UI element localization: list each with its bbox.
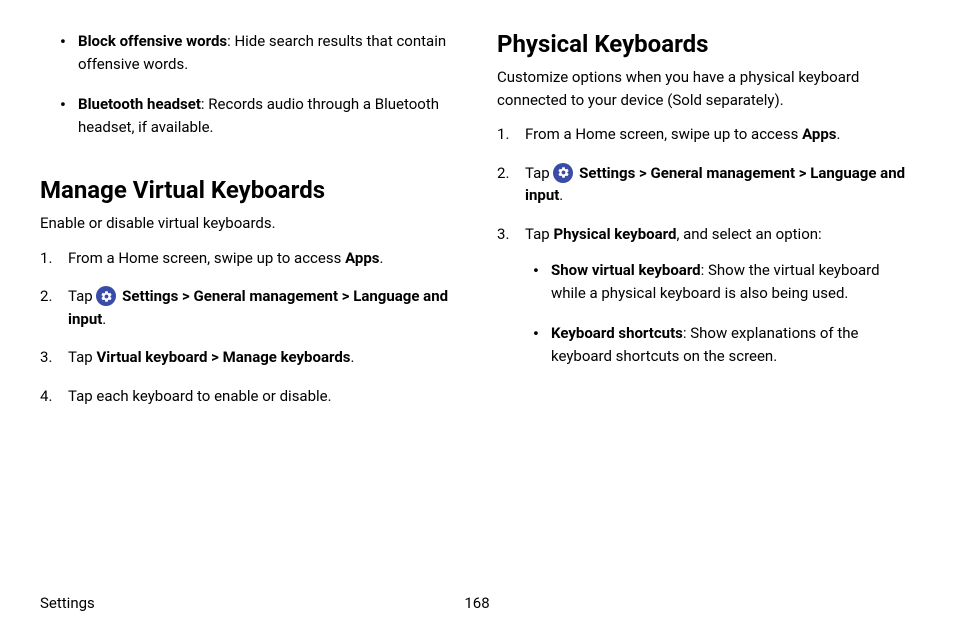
step-item: Tap Settings > General management > Lang…	[40, 285, 457, 330]
content-columns: Block offensive words: Hide search resul…	[40, 30, 914, 423]
bullet-item: Show virtual keyboard: Show the virtual …	[533, 259, 914, 304]
step-bold: Settings	[122, 287, 178, 305]
page-footer: Settings 168	[40, 594, 914, 612]
step-text: Tap	[525, 164, 553, 182]
step-bold: Apps	[345, 249, 379, 267]
step-item: Tap Physical keyboard, and select an opt…	[497, 223, 914, 368]
section-intro: Enable or disable virtual keyboards.	[40, 212, 457, 235]
step-bold: Apps	[802, 125, 836, 143]
step-bold: Virtual keyboard	[96, 348, 207, 366]
step-item: From a Home screen, swipe up to access A…	[40, 247, 457, 270]
section-heading: Manage Virtual Keyboards	[40, 176, 457, 204]
step-item: Tap Settings > General management > Lang…	[497, 162, 914, 207]
step-bold: General management	[194, 287, 339, 305]
step-item: Tap Virtual keyboard > Manage keyboards.	[40, 346, 457, 369]
step-text: Tap	[68, 287, 96, 305]
left-bullets: Block offensive words: Hide search resul…	[40, 30, 457, 138]
bullet-term: Block offensive words	[78, 32, 227, 50]
bullet-item: Block offensive words: Hide search resul…	[60, 30, 457, 75]
step-text: >	[635, 164, 650, 182]
step-text: >	[338, 287, 353, 305]
step-bold: Physical keyboard	[553, 225, 676, 243]
settings-icon	[96, 286, 116, 306]
bullet-term: Show virtual keyboard	[551, 261, 701, 279]
step-text: .	[350, 348, 354, 366]
left-steps: From a Home screen, swipe up to access A…	[40, 247, 457, 408]
right-steps: From a Home screen, swipe up to access A…	[497, 123, 914, 367]
sub-bullets: Show virtual keyboard: Show the virtual …	[525, 259, 914, 367]
step-item: From a Home screen, swipe up to access A…	[497, 123, 914, 146]
step-bold: General management	[651, 164, 796, 182]
step-bold: Manage keyboards	[223, 348, 351, 366]
step-text: >	[178, 287, 193, 305]
bullet-item: Keyboard shortcuts: Show explanations of…	[533, 322, 914, 367]
section-heading: Physical Keyboards	[497, 30, 914, 58]
step-text: .	[836, 125, 840, 143]
step-text: >	[207, 348, 222, 366]
section-intro: Customize options when you have a physic…	[497, 66, 914, 111]
right-column: Physical Keyboards Customize options whe…	[497, 30, 914, 423]
step-text: Tap each keyboard to enable or disable.	[68, 387, 332, 405]
step-text: Tap	[68, 348, 96, 366]
step-bold: Settings	[579, 164, 635, 182]
settings-icon	[553, 163, 573, 183]
footer-section: Settings	[40, 594, 95, 612]
step-text: .	[379, 249, 383, 267]
step-item: Tap each keyboard to enable or disable.	[40, 385, 457, 408]
step-text: .	[559, 186, 563, 204]
bullet-term: Bluetooth headset	[78, 95, 201, 113]
step-text: >	[795, 164, 810, 182]
step-text: .	[102, 310, 106, 328]
left-column: Block offensive words: Hide search resul…	[40, 30, 457, 423]
page-number: 168	[464, 594, 489, 612]
bullet-item: Bluetooth headset: Records audio through…	[60, 93, 457, 138]
step-text: Tap	[525, 225, 553, 243]
step-text: , and select an option:	[676, 225, 821, 243]
bullet-term: Keyboard shortcuts	[551, 324, 683, 342]
step-text: From a Home screen, swipe up to access	[68, 249, 345, 267]
step-text: From a Home screen, swipe up to access	[525, 125, 802, 143]
